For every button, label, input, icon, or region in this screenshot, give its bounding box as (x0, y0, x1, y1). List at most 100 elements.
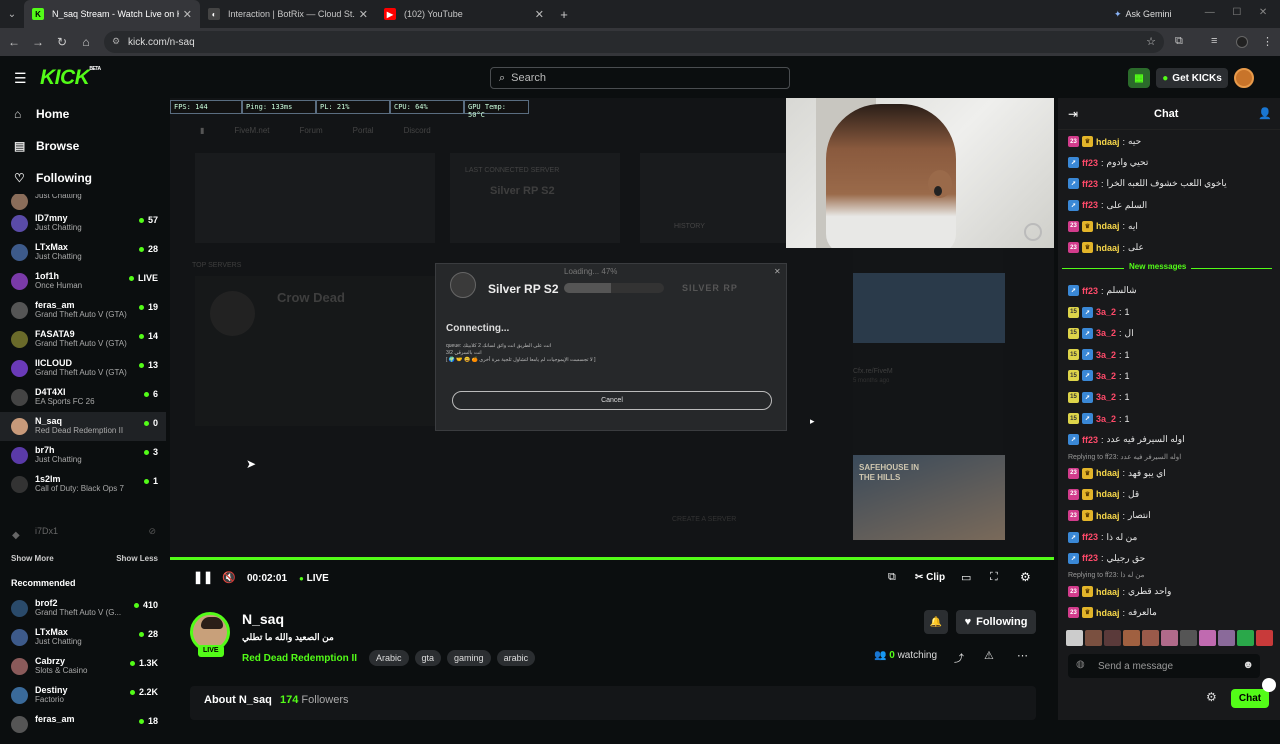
dashboard-icon[interactable]: ▦ (1128, 68, 1150, 88)
chat-username[interactable]: hdaaj (1096, 489, 1120, 499)
settings-gear-icon[interactable]: ⚙ (1020, 570, 1031, 584)
chat-message[interactable]: ➚ ff23: تحيي وادوم (1058, 152, 1280, 173)
extensions-icon[interactable]: ⧉ (1175, 35, 1183, 48)
offline-channel[interactable]: ◆ i7Dx1 ⊘ (0, 520, 166, 542)
sidebar-nav-following[interactable]: ♡ Following (0, 162, 166, 194)
emote-icon[interactable] (1104, 630, 1121, 646)
emote-icon[interactable] (1199, 630, 1216, 646)
chat-username[interactable]: ff23 (1082, 200, 1098, 210)
emoji-picker-icon[interactable]: ☻ (1242, 659, 1254, 671)
assistant-floating-icon[interactable] (1262, 678, 1276, 692)
collapse-chat-icon[interactable]: ⇥ (1068, 107, 1078, 121)
tag-chip[interactable]: gaming (447, 650, 491, 666)
chat-message[interactable]: 23 ♛ hdaaj: واحد قطري (1058, 581, 1280, 602)
sidebar-channel-d4t4xi[interactable]: D4T4XI EA Sports FC 26 6 (0, 383, 166, 412)
chat-username[interactable]: 3a_2 (1096, 414, 1116, 424)
chat-username[interactable]: hdaaj (1096, 468, 1120, 478)
chat-username[interactable]: hdaaj (1096, 511, 1120, 521)
home-icon[interactable]: ⌂ (74, 35, 98, 49)
close-tab-icon[interactable]: ✕ (183, 8, 192, 21)
clip-button[interactable]: ✂ Clip (915, 572, 945, 583)
miniplayer-icon[interactable]: ▭ (961, 571, 971, 584)
chat-message[interactable]: 23 ♛ hdaaj: حيه (1058, 131, 1280, 152)
report-icon[interactable]: ⚠ (984, 649, 994, 662)
dialog-close-icon[interactable]: ✕ (774, 267, 781, 276)
emote-icon[interactable] (1085, 630, 1102, 646)
more-options-icon[interactable]: ⋯ (1017, 649, 1028, 662)
close-window-icon[interactable]: ✕ (1259, 7, 1267, 18)
emote-icon[interactable] (1066, 630, 1083, 646)
chat-message[interactable]: 23 ♛ hdaaj: على (1058, 237, 1280, 258)
sidebar-channel-n_saq[interactable]: N_saq Red Dead Redemption II 0 (0, 412, 166, 441)
cancel-button[interactable]: Cancel (452, 391, 772, 410)
category-link[interactable]: Red Dead Redemption II (242, 653, 357, 664)
chat-settings-icon[interactable]: ⚙ (1206, 690, 1217, 704)
chat-message[interactable]: 23 ♛ hdaaj: قل (1058, 484, 1280, 505)
chat-message[interactable]: 23 ♛ hdaaj: ايه (1058, 216, 1280, 237)
sidebar-channel-brof2[interactable]: brof2 Grand Theft Auto V (G... 410 (0, 594, 166, 623)
back-icon[interactable]: ← (2, 35, 26, 49)
tag-chip[interactable]: gta (414, 650, 442, 666)
share-icon[interactable]: ⤴ (954, 650, 964, 665)
tag-chip[interactable]: arabic (496, 650, 536, 666)
tab-search-icon[interactable]: ⌄ (0, 9, 24, 20)
get-kicks-button[interactable]: ● Get KICKs (1156, 68, 1228, 88)
sidebar-channel-unnamed[interactable]: Just Chatting (0, 194, 166, 210)
chat-message[interactable]: ➚ ff23: اوله السيرفر فيه عدد (1058, 429, 1280, 450)
bookmark-star-icon[interactable]: ☆ (1146, 35, 1156, 48)
chat-message[interactable]: ➚ ff23: حق رجيلي (1058, 548, 1280, 569)
forward-icon[interactable]: → (26, 35, 50, 49)
sidebar-channel-destiny[interactable]: Destiny Factorio 2.2K (0, 681, 166, 710)
chat-message[interactable]: 15 ➚ 3a_2:1 (1058, 365, 1280, 386)
emote-icon[interactable] (1161, 630, 1178, 646)
emote-icon[interactable] (1218, 630, 1235, 646)
chat-username[interactable]: ff23 (1082, 532, 1098, 542)
chat-message[interactable]: ➚ ff23: من له ذا (1058, 526, 1280, 547)
hamburger-menu-icon[interactable]: ☰ (14, 70, 27, 87)
chat-username[interactable]: 3a_2 (1096, 371, 1116, 381)
sidebar-channel-br7h[interactable]: br7h Just Chatting 3 (0, 441, 166, 470)
chat-username[interactable]: 3a_2 (1096, 328, 1116, 338)
close-tab-icon[interactable]: ✕ (535, 8, 544, 21)
chat-message-input[interactable]: ◍ Send a message ☻ (1068, 654, 1260, 678)
emote-icon[interactable] (1142, 630, 1159, 646)
sidebar-channel-1s2lm[interactable]: 1s2lm Call of Duty: Black Ops 71 (0, 470, 166, 499)
emote-icon[interactable] (1237, 630, 1254, 646)
sidebar-channel-iicloud[interactable]: IICLOUD Grand Theft Auto V (GTA) 13 (0, 354, 166, 383)
sidebar-channel-ltxmax[interactable]: LTxMax Just Chatting 28 (0, 238, 166, 267)
profile-avatar[interactable] (1236, 36, 1248, 48)
chat-message[interactable]: 15 ➚ 3a_2:1 (1058, 301, 1280, 322)
site-info-icon[interactable]: ⚙ (112, 36, 120, 47)
browser-tab-kick[interactable]: K N_saq Stream - Watch Live on Kick ✕ (24, 0, 200, 28)
chat-username[interactable]: hdaaj (1096, 587, 1120, 597)
sidebar-channel-fasata9[interactable]: FASATA9 Grand Theft Auto V (GTA) 14 (0, 325, 166, 354)
media-icon[interactable]: ≡ (1211, 35, 1217, 47)
chat-message[interactable]: 15 ➚ 3a_2:1 (1058, 344, 1280, 365)
chat-message[interactable]: ➚ ff23: شالسلم (1058, 280, 1280, 301)
reload-icon[interactable]: ↻ (50, 35, 74, 49)
browser-tab-youtube[interactable]: ▶ (102) YouTube ✕ (376, 0, 552, 28)
new-tab-button[interactable]: + (552, 7, 576, 22)
fullscreen-icon[interactable]: ⛶ (990, 571, 998, 584)
sidebar-channel-1of1h[interactable]: 1of1h Once Human LIVE (0, 267, 166, 296)
sidebar-channel-ltxmax[interactable]: LTxMax Just Chatting 28 (0, 623, 166, 652)
chat-message[interactable]: 23 ♛ hdaaj: اي يبو فهد (1058, 463, 1280, 484)
pause-icon[interactable]: ❚❚ (193, 570, 213, 584)
maximize-icon[interactable]: ☐ (1232, 7, 1241, 18)
address-bar[interactable]: ⚙ kick.com/n-saq ☆ (104, 31, 1164, 53)
sidebar-nav-browse[interactable]: ▤ Browse (0, 130, 166, 162)
ask-gemini-button[interactable]: ✦ Ask Gemini (1106, 6, 1180, 22)
emote-icon[interactable] (1256, 630, 1273, 646)
browser-menu-icon[interactable]: ⋮ (1262, 35, 1273, 48)
sidebar-channel-id7mny[interactable]: ID7mny Just Chatting 57 (0, 209, 166, 238)
channel-name[interactable]: N_saq (242, 611, 284, 627)
sidebar-channel-feras_am[interactable]: feras_am 18 (0, 710, 166, 739)
sidebar-channel-feras_am[interactable]: feras_am Grand Theft Auto V (GTA) 19 (0, 296, 166, 325)
chat-message[interactable]: ➚ ff23: السلم على (1058, 195, 1280, 216)
show-less-button[interactable]: Show Less (116, 554, 158, 563)
chat-message[interactable]: 23 ♛ hdaaj: انتصار (1058, 505, 1280, 526)
chat-username[interactable]: ff23 (1082, 158, 1098, 168)
chat-username[interactable]: 3a_2 (1096, 392, 1116, 402)
tag-chip[interactable]: Arabic (369, 650, 409, 666)
chat-message[interactable]: 15 ➚ 3a_2: ال (1058, 323, 1280, 344)
